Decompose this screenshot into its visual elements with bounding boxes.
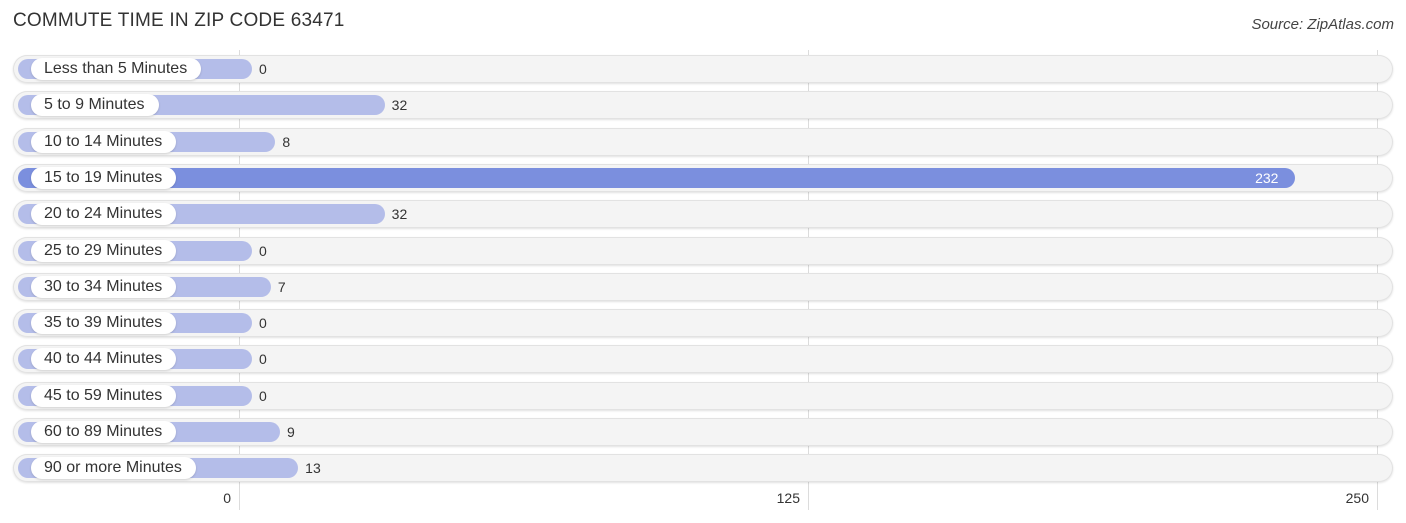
data-label: 0	[259, 61, 267, 77]
category-label: 5 to 9 Minutes	[31, 94, 159, 117]
data-label: 9	[286, 424, 295, 440]
category-label: 40 to 44 Minutes	[31, 348, 177, 371]
data-label: 0	[259, 315, 267, 332]
x-tick-label: 250	[1345, 490, 1369, 506]
category-label: 45 to 59 Minutes	[31, 384, 177, 407]
data-label: 232	[1255, 169, 1279, 186]
category-label: 60 to 89 Minutes	[31, 421, 177, 443]
data-label: 0	[259, 242, 267, 259]
data-label: 0	[259, 351, 267, 368]
category-label: 35 to 39 Minutes	[31, 312, 177, 335]
data-label: 7	[277, 278, 286, 295]
x-tick-label: 0	[223, 490, 231, 506]
data-label: 0	[259, 387, 267, 404]
data-label: 13	[305, 460, 321, 477]
x-tick-label: 125	[776, 490, 800, 506]
bar-chart: 0 125 250 Less than 5 Minutes 0 5 to 9 Minute…	[0, 0, 1406, 523]
category-label: 25 to 29 Minutes	[31, 239, 177, 262]
category-label: 30 to 34 Minutes	[31, 275, 177, 298]
category-label: 10 to 14 Minutes	[31, 130, 177, 153]
category-label: 90 or more Minutes	[31, 457, 196, 480]
category-label: 15 to 19 Minutes	[31, 166, 177, 189]
category-label: 20 to 24 Minutes	[31, 203, 177, 226]
data-label: 32	[391, 206, 408, 223]
data-label: 8	[282, 133, 291, 150]
data-label: 32	[391, 97, 408, 114]
category-label: Less than 5 Minutes	[31, 58, 202, 80]
bar[interactable]	[18, 167, 1296, 188]
